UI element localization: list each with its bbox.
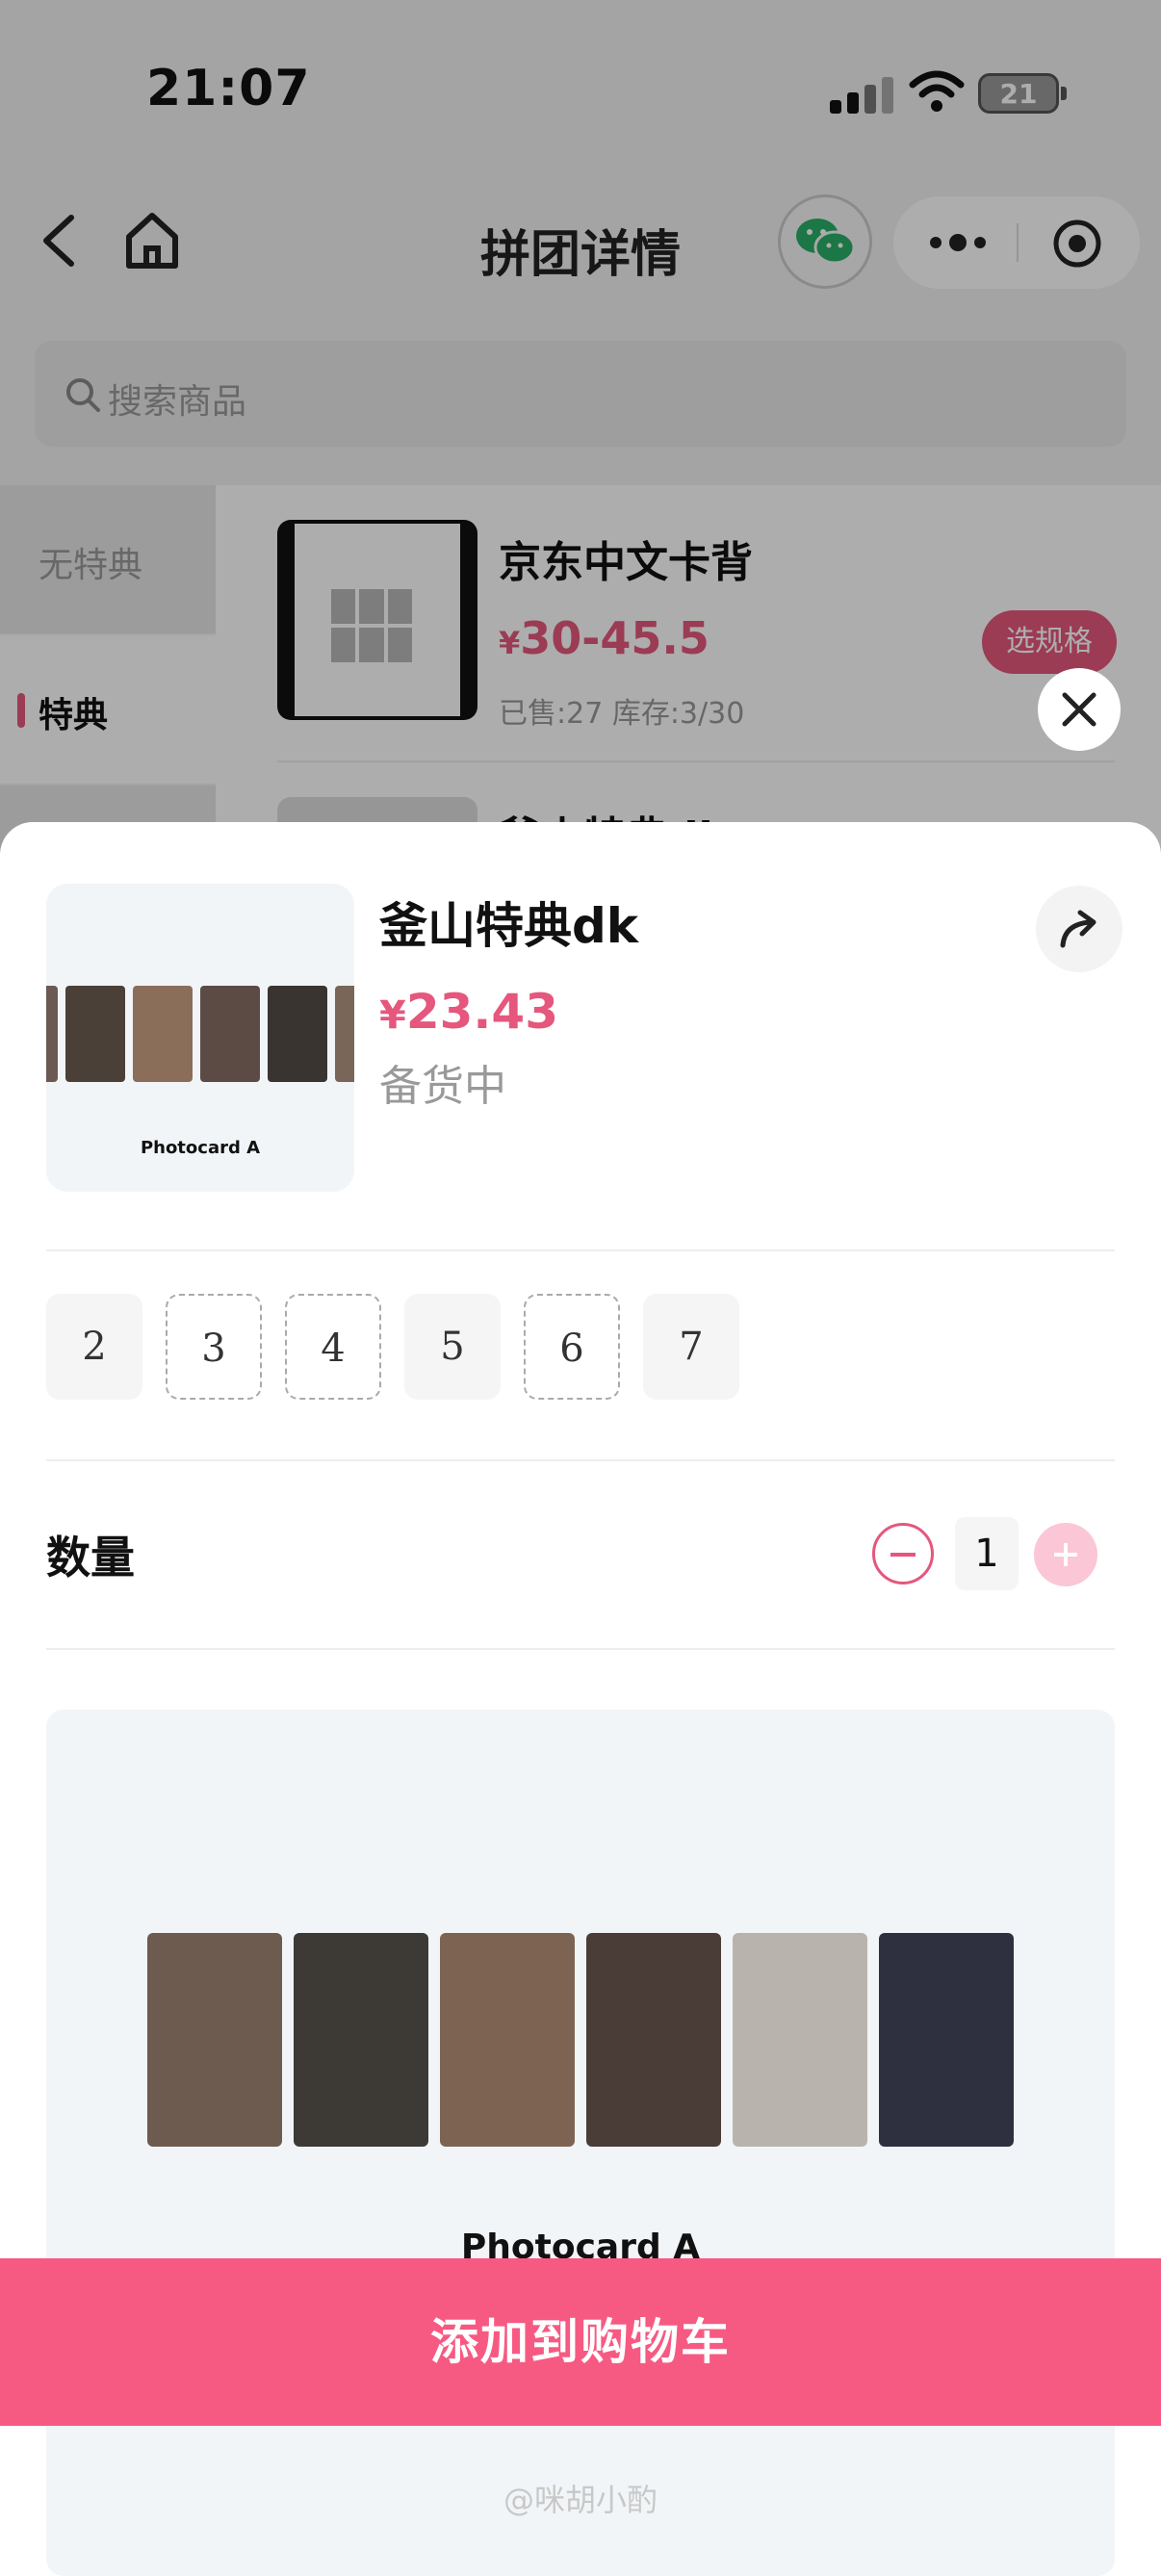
photocard-strip: [46, 986, 354, 1082]
stock-status: 备货中: [379, 1062, 506, 1111]
option-2[interactable]: 2: [46, 1294, 142, 1400]
section-divider: [46, 1459, 1115, 1461]
option-7[interactable]: 7: [643, 1294, 739, 1400]
share-arrow-icon: [1060, 910, 1096, 948]
add-to-cart-button[interactable]: 添加到购物车: [0, 2258, 1161, 2426]
watermark: @咪胡小酌: [503, 2482, 658, 2518]
option-5[interactable]: 5: [404, 1294, 501, 1400]
close-icon: [1062, 692, 1096, 727]
minus-icon: [890, 1553, 916, 1557]
option-6[interactable]: 6: [524, 1294, 620, 1400]
quantity-increase-button[interactable]: [1034, 1523, 1097, 1586]
image-caption: Photocard A: [140, 1138, 261, 1158]
quantity-decrease-button[interactable]: [872, 1523, 934, 1584]
section-divider: [46, 1648, 1115, 1650]
option-3[interactable]: 3: [166, 1294, 262, 1400]
quantity-input[interactable]: 1: [955, 1517, 1019, 1590]
sheet-product-title: 釜山特典dk: [379, 898, 639, 954]
quantity-label: 数量: [46, 1532, 135, 1584]
share-button[interactable]: [1036, 886, 1122, 972]
product-image[interactable]: Photocard A: [46, 884, 354, 1192]
sheet-product-price: ¥23.43: [379, 984, 558, 1040]
close-sheet-button[interactable]: [1038, 668, 1121, 751]
option-4[interactable]: 4: [285, 1294, 381, 1400]
product-detail-image: Photocard A: [46, 1710, 1115, 2576]
section-divider: [46, 1249, 1115, 1251]
plus-icon-vertical: [1064, 1543, 1068, 1566]
